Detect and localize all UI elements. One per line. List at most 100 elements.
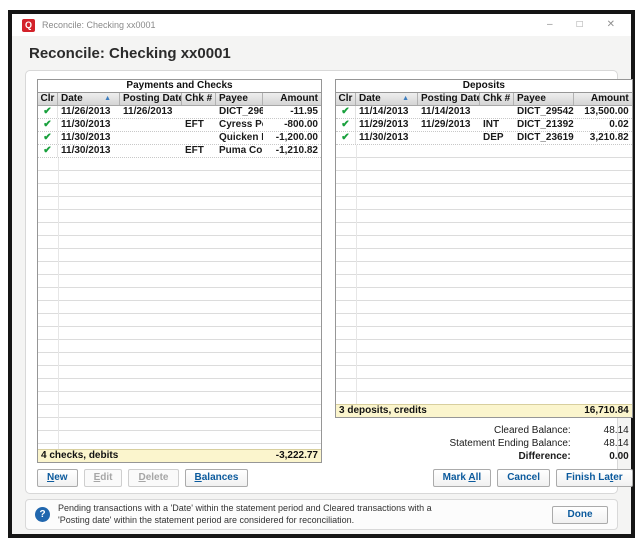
cell-date: 11/26/2013 — [58, 106, 120, 118]
cell-date: 11/30/2013 — [58, 145, 120, 157]
sort-ascending-icon: ▲ — [104, 93, 111, 105]
table-row[interactable]: ✔ 11/29/2013 11/29/2013 INT DICT_21392 0… — [336, 119, 632, 132]
window-controls: – □ ✕ — [547, 20, 621, 30]
difference-value: 0.00 — [571, 450, 633, 463]
cleared-check-icon[interactable]: ✔ — [38, 145, 58, 157]
cell-amount: 13,500.00 — [574, 106, 632, 118]
payments-table-body: ✔ 11/26/2013 11/26/2013 DICT_29697 -11.9… — [38, 106, 321, 449]
cell-date: 11/30/2013 — [58, 119, 120, 131]
delete-button[interactable]: Delete — [128, 469, 178, 487]
title-bar: Q Reconcile: Checking xx0001 – □ ✕ — [12, 14, 631, 36]
mark-all-button[interactable]: Mark All — [433, 469, 492, 487]
table-row[interactable]: ✔ 11/30/2013 EFT Cyress Point Apts -800.… — [38, 119, 321, 132]
cell-date: 11/30/2013 — [356, 132, 418, 144]
column-header-payee[interactable]: Payee — [514, 93, 574, 105]
payments-table-header: Clr Date ▲ Posting Date Chk # Payee Amoun… — [38, 93, 321, 106]
table-row[interactable]: ✔ 11/30/2013 Quicken Inc -1,200.00 — [38, 132, 321, 145]
screenshot-stage: Q Reconcile: Checking xx0001 – □ ✕ Recon… — [0, 0, 643, 548]
minimize-icon[interactable]: – — [547, 20, 553, 30]
cleared-check-icon[interactable]: ✔ — [38, 132, 58, 144]
done-button[interactable]: Done — [552, 506, 608, 524]
payments-summary-amount: -3,222.77 — [276, 450, 318, 462]
payments-button-row: New Edit Delete Balances — [37, 469, 322, 487]
column-header-chk[interactable]: Chk # — [480, 93, 514, 105]
payments-column: Payments and Checks Clr Date ▲ Posting Da… — [37, 79, 322, 485]
deposits-summary-amount: 16,710.84 — [584, 405, 629, 417]
window-title: Reconcile: Checking xx0001 — [42, 20, 547, 30]
deposits-table: Deposits Clr Date▲ Posting Date Chk # Pa… — [335, 79, 633, 418]
statement-ending-balance-value: 48.14 — [571, 437, 633, 450]
column-header-date[interactable]: Date▲ — [356, 93, 418, 105]
cancel-button[interactable]: Cancel — [497, 469, 550, 487]
deposits-button-row: Mark All Cancel Finish Later — [335, 469, 633, 487]
cell-posting-date — [418, 132, 480, 144]
footer-note-line1: Pending transactions with a 'Date' withi… — [58, 503, 552, 515]
deposits-table-header: Clr Date▲ Posting Date Chk # Payee Amoun… — [336, 93, 632, 106]
table-row[interactable]: ✔ 11/30/2013 EFT Puma Construction -1,21… — [38, 145, 321, 158]
page-title: Reconcile: Checking xx0001 — [12, 36, 631, 70]
cleared-check-icon[interactable]: ✔ — [336, 106, 356, 118]
date-header-label: Date — [359, 93, 381, 105]
cleared-check-icon[interactable]: ✔ — [38, 106, 58, 118]
cell-chk — [480, 106, 514, 118]
cell-payee: DICT_21392 — [514, 119, 574, 131]
cell-payee: Puma Construction — [216, 145, 263, 157]
column-header-amount[interactable]: Amount — [263, 93, 321, 105]
balances-button[interactable]: Balances — [185, 469, 249, 487]
cell-amount: 0.02 — [574, 119, 632, 131]
edit-button[interactable]: Edit — [84, 469, 123, 487]
new-button[interactable]: New — [37, 469, 78, 487]
cell-chk: INT — [480, 119, 514, 131]
column-header-chk[interactable]: Chk # — [182, 93, 216, 105]
cell-payee: Quicken Inc — [216, 132, 263, 144]
cell-posting-date — [120, 145, 182, 157]
cell-amount: -800.00 — [263, 119, 321, 131]
cell-date: 11/29/2013 — [356, 119, 418, 131]
column-header-posting[interactable]: Posting Date — [120, 93, 182, 105]
cell-chk — [182, 132, 216, 144]
column-header-date[interactable]: Date ▲ — [58, 93, 120, 105]
cleared-check-icon[interactable]: ✔ — [38, 119, 58, 131]
table-row[interactable]: ✔ 11/26/2013 11/26/2013 DICT_29697 -11.9… — [38, 106, 321, 119]
payments-table-caption: Payments and Checks — [38, 80, 321, 93]
cell-amount: -1,200.00 — [263, 132, 321, 144]
cell-payee: Cyress Point Apts — [216, 119, 263, 131]
cell-payee: DICT_29697 — [216, 106, 263, 118]
finish-later-button[interactable]: Finish Later — [556, 469, 633, 487]
balance-summary: Cleared Balance: 48.14 Statement Ending … — [335, 424, 633, 463]
deposits-table-caption: Deposits — [336, 80, 632, 93]
column-header-posting[interactable]: Posting Date — [418, 93, 480, 105]
cell-chk: DEP — [480, 132, 514, 144]
quicken-app-icon: Q — [22, 19, 35, 32]
cell-posting-date: 11/29/2013 — [418, 119, 480, 131]
cell-posting-date: 11/14/2013 — [418, 106, 480, 118]
payments-summary-label: 4 checks, debits — [41, 450, 118, 462]
cleared-check-icon[interactable]: ✔ — [336, 132, 356, 144]
cell-chk — [182, 106, 216, 118]
difference-label: Difference: — [518, 450, 570, 463]
footer-bar: ? Pending transactions with a 'Date' wit… — [25, 499, 618, 530]
maximize-icon[interactable]: □ — [577, 20, 583, 30]
cell-payee: DICT_23619 — [514, 132, 574, 144]
table-row[interactable]: ✔ 11/14/2013 11/14/2013 DICT_29542 13,50… — [336, 106, 632, 119]
cell-payee: DICT_29542 — [514, 106, 574, 118]
footer-note: Pending transactions with a 'Date' withi… — [58, 503, 552, 526]
date-header-label: Date — [61, 93, 83, 105]
payments-summary-bar: 4 checks, debits -3,222.77 — [38, 449, 321, 462]
cell-chk: EFT — [182, 145, 216, 157]
column-header-clr[interactable]: Clr — [38, 93, 58, 105]
cell-chk: EFT — [182, 119, 216, 131]
close-icon[interactable]: ✕ — [607, 20, 615, 30]
table-row[interactable]: ✔ 11/30/2013 DEP DICT_23619 3,210.82 — [336, 132, 632, 145]
cell-amount: -1,210.82 — [263, 145, 321, 157]
column-header-clr[interactable]: Clr — [336, 93, 356, 105]
empty-rows-area — [336, 145, 632, 404]
cell-date: 11/14/2013 — [356, 106, 418, 118]
help-icon[interactable]: ? — [35, 507, 50, 522]
reconcile-main-panel: Payments and Checks Clr Date ▲ Posting Da… — [25, 70, 618, 494]
reconcile-window: Q Reconcile: Checking xx0001 – □ ✕ Recon… — [8, 10, 635, 538]
column-header-payee[interactable]: Payee — [216, 93, 263, 105]
cleared-check-icon[interactable]: ✔ — [336, 119, 356, 131]
column-header-amount[interactable]: Amount — [574, 93, 632, 105]
cleared-balance-value: 48.14 — [571, 424, 633, 437]
